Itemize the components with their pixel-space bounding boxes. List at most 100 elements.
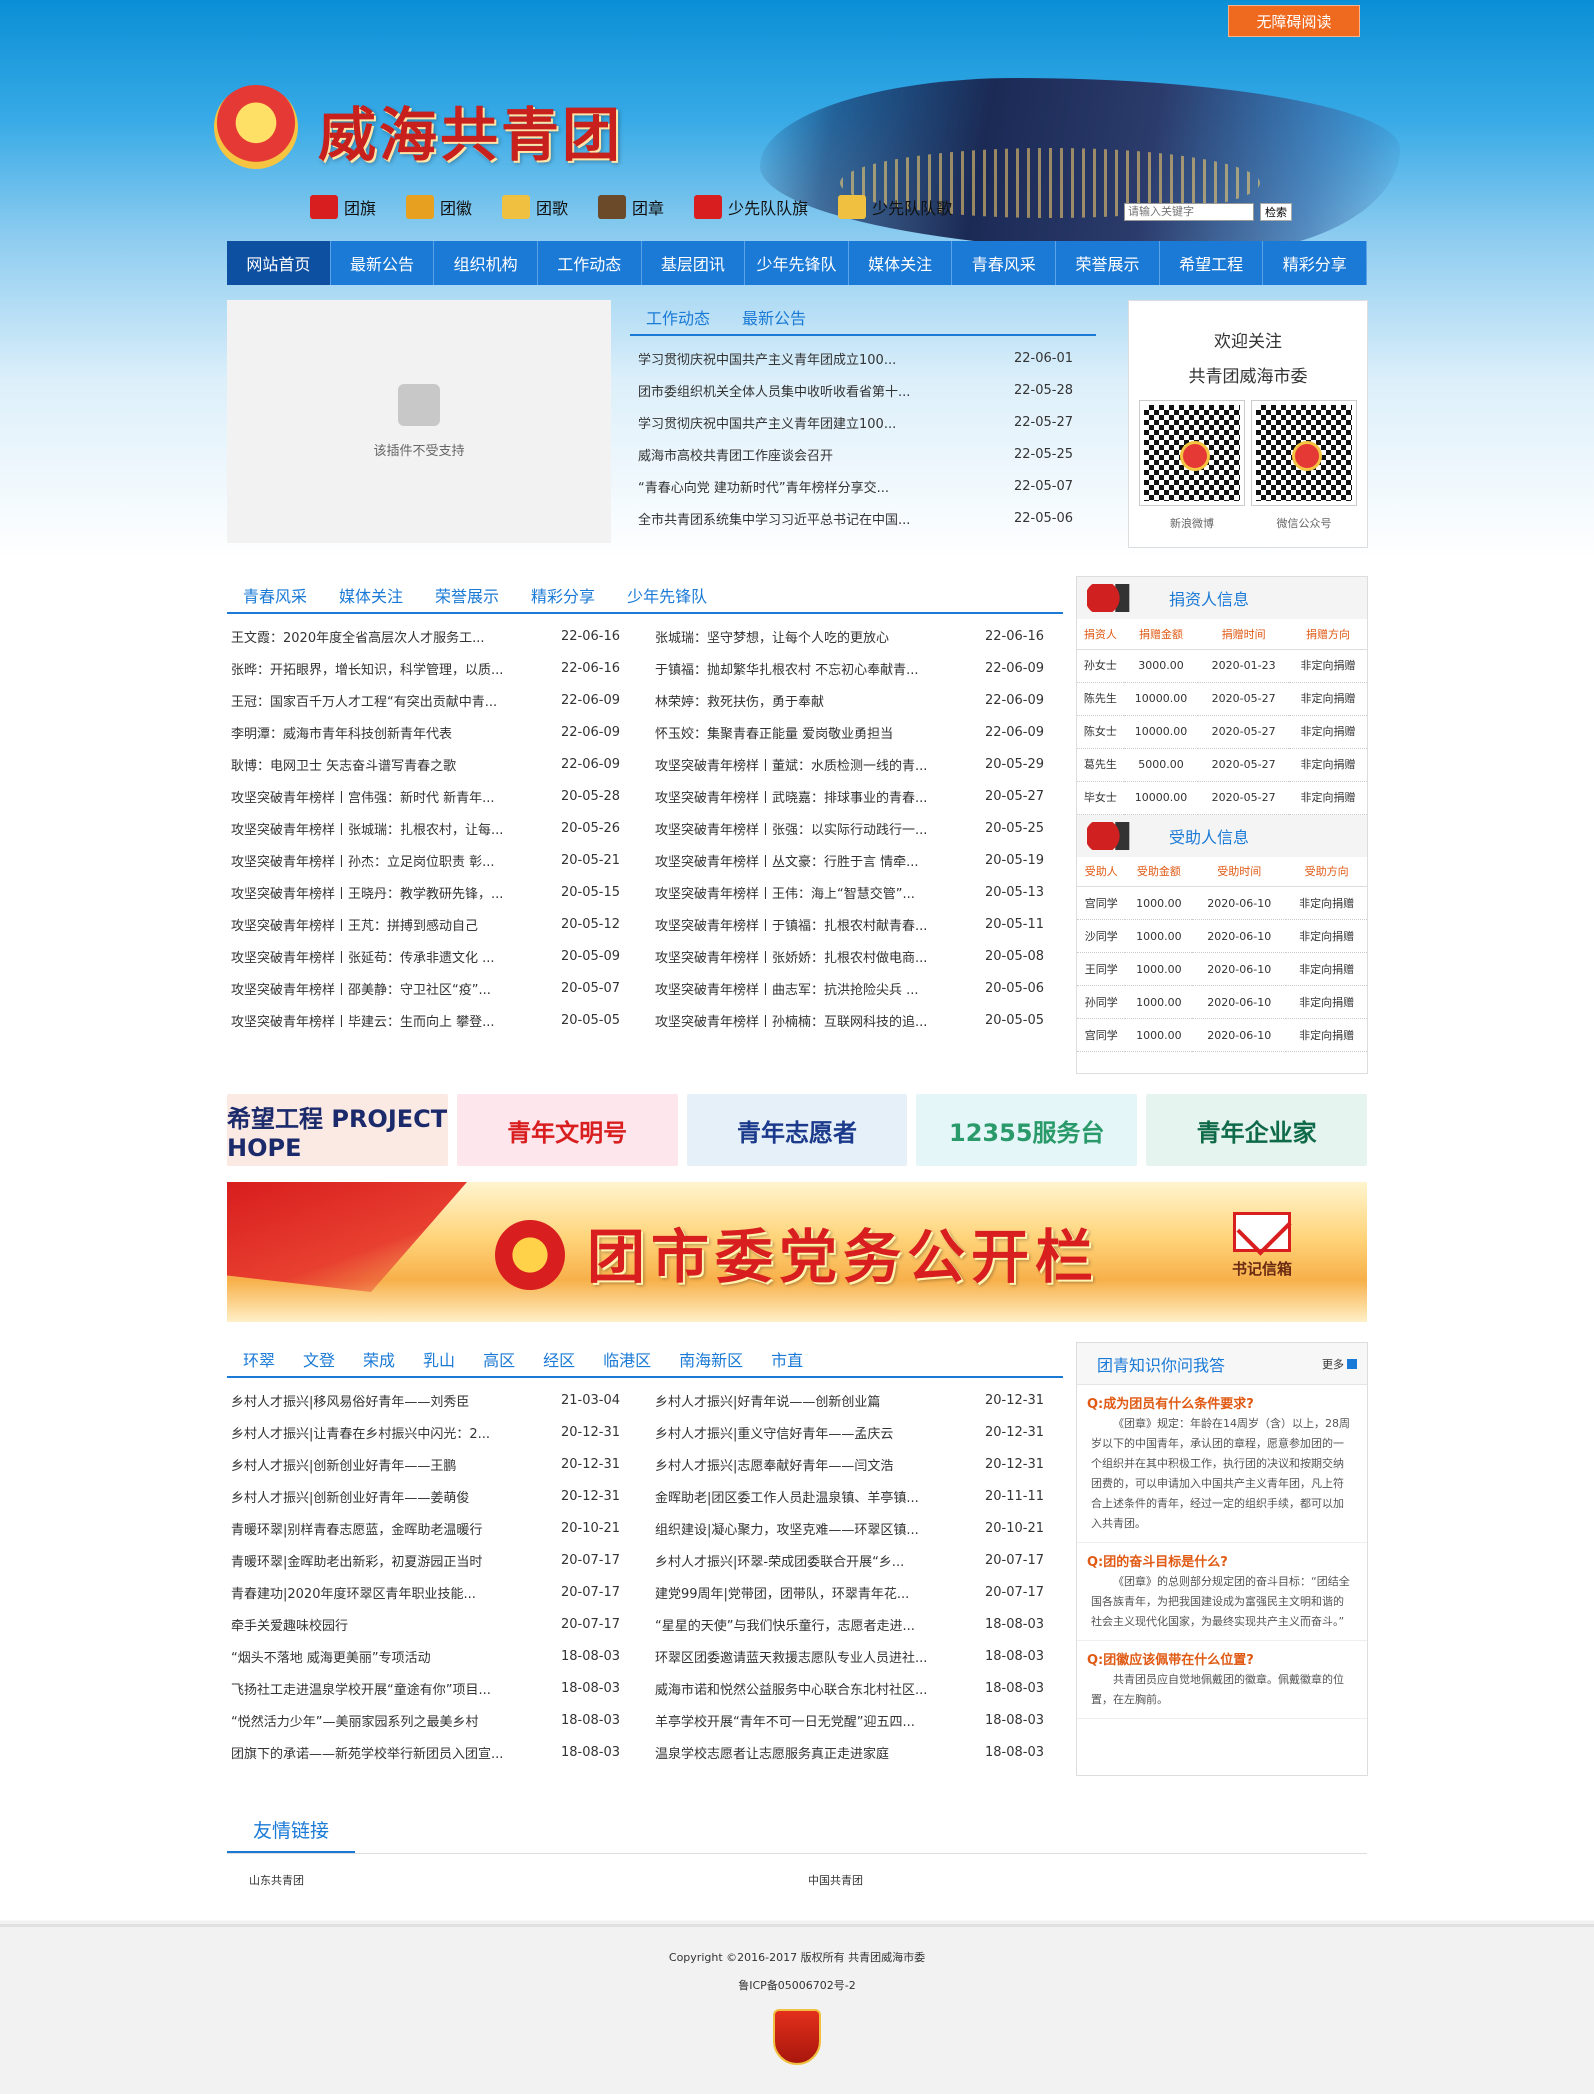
list-item-title[interactable]: 攻坚突破青年榜样丨张强：以实际行动践行一... [655,819,927,838]
tab-1[interactable]: 媒体关注 [339,583,403,607]
secretary-mailbox[interactable]: 书记信箱 [1227,1212,1297,1278]
tab-3[interactable]: 精彩分享 [531,583,595,607]
list-item[interactable]: 攻坚突破青年榜样丨毕建云：生而向上 攀登... 20-05-05 [231,1004,635,1036]
nav-item-6[interactable]: 媒体关注 [849,241,953,285]
list-item-title[interactable]: 学习贯彻庆祝中国共产主义青年团建立100... [638,413,896,432]
donor-title[interactable]: 捐资人信息 [1169,586,1249,610]
list-item[interactable]: 攻坚突破青年榜样丨张城瑞：扎根农村，让每... 20-05-26 [231,812,635,844]
friend-link-1[interactable]: 中国共青团 [808,1872,1367,1888]
nav-item-7[interactable]: 青春风采 [952,241,1057,285]
list-item[interactable]: 乡村人才振兴|好青年说——创新创业篇 20-12-31 [655,1384,1059,1416]
gov-badge-icon[interactable] [773,2009,821,2065]
recipient-title[interactable]: 受助人信息 [1169,824,1249,848]
search-input[interactable] [1124,203,1254,221]
list-item[interactable]: 攻坚突破青年榜样丨丛文豪：行胜于言 情牵... 20-05-19 [655,844,1059,876]
list-item-title[interactable]: “星星的天使”与我们快乐童行，志愿者走进... [655,1615,915,1634]
list-item[interactable]: 攻坚突破青年榜样丨邵美静：守卫社区“疫”... 20-05-07 [231,972,635,1004]
list-item[interactable]: 张晔：开拓眼界，增长知识，科学管理，以质... 22-06-16 [231,652,635,684]
list-item[interactable]: 青春建功|2020年度环翠区青年职业技能... 20-07-17 [231,1576,635,1608]
list-item[interactable]: 攻坚突破青年榜样丨孙楠楠：互联网科技的追... 20-05-05 [655,1004,1059,1036]
list-item-title[interactable]: 攻坚突破青年榜样丨张娇娇：扎根农村做电商... [655,947,927,966]
quick-link-2[interactable]: 团歌 [502,195,568,219]
friend-link-0[interactable]: 山东共青团 [249,1872,808,1888]
list-item[interactable]: 攻坚突破青年榜样丨张娇娇：扎根农村做电商... 20-05-08 [655,940,1059,972]
list-item-title[interactable]: 攻坚突破青年榜样丨于镇福：扎根农村献青春... [655,915,927,934]
list-item-title[interactable]: “青春心向党 建功新时代”青年榜样分享交... [638,477,889,496]
list-item[interactable]: 乡村人才振兴|环翠-荣成团委联合开展“乡... 20-07-17 [655,1544,1059,1576]
list-item[interactable]: 怀玉姣：集聚青春正能量 爱岗敬业勇担当 22-06-09 [655,716,1059,748]
tab-work-news[interactable]: 工作动态 [646,305,710,329]
nav-item-8[interactable]: 荣誉展示 [1056,241,1160,285]
list-item[interactable]: 乡村人才振兴|让青春在乡村振兴中闪光：2... 20-12-31 [231,1416,635,1448]
list-item[interactable]: 团旗下的承诺——新苑学校举行新团员入团宣... 18-08-03 [231,1736,635,1768]
quick-link-1[interactable]: 团徽 [406,195,472,219]
accessibility-button[interactable]: 无障碍阅读 [1228,5,1360,37]
list-item[interactable]: “悦然活力少年”—美丽家园系列之最美乡村 18-08-03 [231,1704,635,1736]
list-item[interactable]: 攻坚突破青年榜样丨董斌：水质检测一线的青... 20-05-29 [655,748,1059,780]
list-item-title[interactable]: 乡村人才振兴|好青年说——创新创业篇 [655,1391,880,1410]
list-item[interactable]: 环翠区团委邀请蓝天救援志愿队专业人员进社... 18-08-03 [655,1640,1059,1672]
list-item[interactable]: 攻坚突破青年榜样丨武晓嘉：排球事业的青春... 20-05-27 [655,780,1059,812]
list-item-title[interactable]: 攻坚突破青年榜样丨董斌：水质检测一线的青... [655,755,927,774]
list-item-title[interactable]: 攻坚突破青年榜样丨张延苟：传承非遗文化 ... [231,947,495,966]
list-item-title[interactable]: 耿博：电网卫士 矢志奋斗谱写青春之歌 [231,755,456,774]
nav-item-2[interactable]: 组织机构 [434,241,538,285]
list-item[interactable]: 乡村人才振兴|移风易俗好青年——刘秀臣 21-03-04 [231,1384,635,1416]
list-item[interactable]: 张城瑞：坚守梦想，让每个人吃的更放心 22-06-16 [655,620,1059,652]
tab-6[interactable]: 临港区 [603,1347,651,1371]
list-item-title[interactable]: 林荣婷：救死扶伤，勇于奉献 [655,691,824,710]
list-item-title[interactable]: 乡村人才振兴|创新创业好青年——姜萌俊 [231,1487,469,1506]
list-item[interactable]: 王文霞：2020年度全省高层次人才服务工... 22-06-16 [231,620,635,652]
list-item-title[interactable]: 攻坚突破青年榜样丨武晓嘉：排球事业的青春... [655,787,927,806]
list-item-title[interactable]: 组织建设|凝心聚力，攻坚克难——环翠区镇... [655,1519,919,1538]
list-item-title[interactable]: 王文霞：2020年度全省高层次人才服务工... [231,627,484,646]
nav-item-1[interactable]: 最新公告 [331,241,435,285]
list-item[interactable]: 羊亭学校开展“青年不可一日无党醒”迎五四... 18-08-03 [655,1704,1059,1736]
list-item[interactable]: 攻坚突破青年榜样丨王晓丹：教学教研先锋，... 20-05-15 [231,876,635,908]
list-item-title[interactable]: 攻坚突破青年榜样丨毕建云：生而向上 攀登... [231,1011,495,1030]
list-item[interactable]: 耿博：电网卫士 矢志奋斗谱写青春之歌 22-06-09 [231,748,635,780]
list-item-title[interactable]: 攻坚突破青年榜样丨宫伟强：新时代 新青年... [231,787,495,806]
list-item-title[interactable]: 张晔：开拓眼界，增长知识，科学管理，以质... [231,659,503,678]
list-item-title[interactable]: 青暖环翠|金晖助老出新彩，初夏游园正当时 [231,1551,482,1570]
list-item[interactable]: 金晖助老|团区委工作人员赴温泉镇、羊亭镇... 20-11-11 [655,1480,1059,1512]
list-item-title[interactable]: 温泉学校志愿者让志愿服务真正走进家庭 [655,1743,889,1762]
list-item[interactable]: 组织建设|凝心聚力，攻坚克难——环翠区镇... 20-10-21 [655,1512,1059,1544]
tab-latest-notice[interactable]: 最新公告 [742,305,806,329]
list-item-title[interactable]: 李明潭：威海市青年科技创新青年代表 [231,723,452,742]
list-item-title[interactable]: 威海市诺和悦然公益服务中心联合东北村社区... [655,1679,927,1698]
partner-banner-3[interactable]: 12355服务台 [916,1094,1138,1166]
list-item[interactable]: 乡村人才振兴|创新创业好青年——王鹏 20-12-31 [231,1448,635,1480]
quick-link-0[interactable]: 团旗 [310,195,376,219]
list-item-title[interactable]: 青暖环翠|别样青春志愿蓝，金晖助老温暖行 [231,1519,482,1538]
list-item-title[interactable]: 学习贯彻庆祝中国共产主义青年团成立100... [638,349,896,368]
list-item[interactable]: 乡村人才振兴|志愿奉献好青年——闫文浩 20-12-31 [655,1448,1059,1480]
list-item-title[interactable]: 王冠：国家百千万人才工程“有突出贡献中青... [231,691,497,710]
partner-banner-2[interactable]: 青年志愿者 [686,1094,908,1166]
tab-0[interactable]: 青春风采 [243,583,307,607]
tab-4[interactable]: 高区 [483,1347,515,1371]
list-item[interactable]: “青春心向党 建功新时代”青年榜样分享交... 22-05-07 [638,470,1088,502]
list-item-title[interactable]: 青春建功|2020年度环翠区青年职业技能... [231,1583,476,1602]
list-item-title[interactable]: 攻坚突破青年榜样丨王伟：海上“智慧交管”... [655,883,915,902]
list-item[interactable]: 攻坚突破青年榜样丨张强：以实际行动践行一... 20-05-25 [655,812,1059,844]
list-item-title[interactable]: 乡村人才振兴|重义守信好青年——孟庆云 [655,1423,893,1442]
partner-banner-0[interactable]: 希望工程 PROJECT HOPE [227,1094,448,1166]
list-item-title[interactable]: 乡村人才振兴|让青春在乡村振兴中闪光：2... [231,1423,490,1442]
list-item[interactable]: 攻坚突破青年榜样丨张延苟：传承非遗文化 ... 20-05-09 [231,940,635,972]
tab-2[interactable]: 荣誉展示 [435,583,499,607]
nav-item-9[interactable]: 希望工程 [1160,241,1264,285]
list-item[interactable]: 攻坚突破青年榜样丨曲志军：抗洪抢险尖兵 ... 20-05-06 [655,972,1059,1004]
faq-question[interactable]: Q:团的奋斗目标是什么? [1077,1543,1367,1570]
list-item-title[interactable]: 建党99周年|党带团，团带队，环翠青年花... [655,1583,909,1602]
nav-item-3[interactable]: 工作动态 [538,241,642,285]
list-item-title[interactable]: “悦然活力少年”—美丽家园系列之最美乡村 [231,1711,478,1730]
faq-question[interactable]: Q:成为团员有什么条件要求? [1077,1385,1367,1412]
list-item-title[interactable]: 飞扬社工走进温泉学校开展“童途有你”项目... [231,1679,491,1698]
list-item-title[interactable]: 牵手关爱趣味校园行 [231,1615,348,1634]
list-item-title[interactable]: 攻坚突破青年榜样丨王芃：拼搏到感动自己 [231,915,478,934]
list-item[interactable]: 飞扬社工走进温泉学校开展“童途有你”项目... 18-08-03 [231,1672,635,1704]
list-item-title[interactable]: 攻坚突破青年榜样丨孙杰：立足岗位职责 彰... [231,851,495,870]
tab-4[interactable]: 少年先锋队 [627,583,707,607]
list-item[interactable]: 学习贯彻庆祝中国共产主义青年团成立100... 22-06-01 [638,342,1088,374]
